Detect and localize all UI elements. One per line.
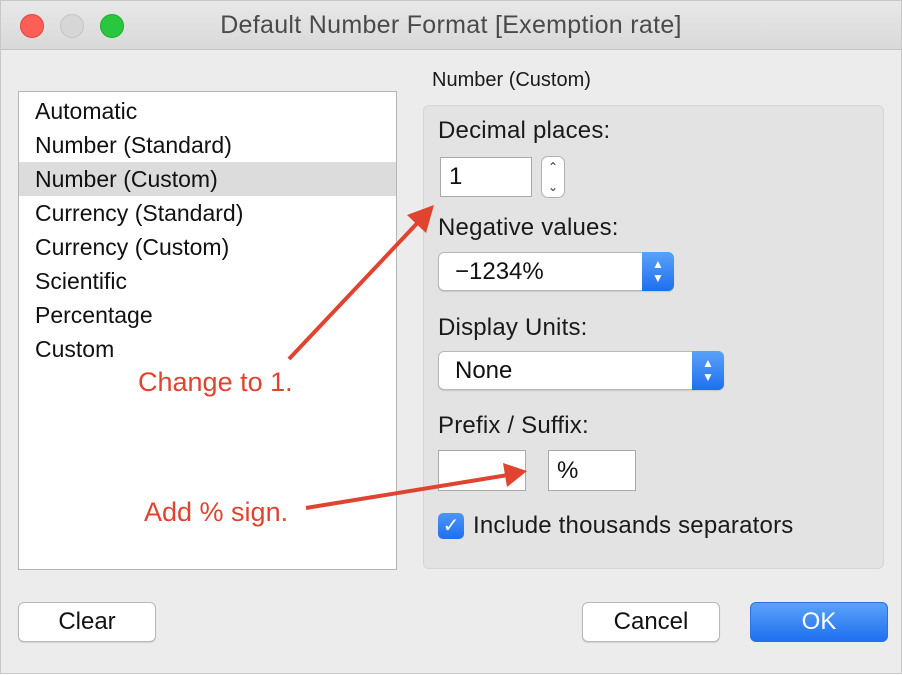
format-item-percentage[interactable]: Percentage [19, 298, 396, 332]
format-item-custom[interactable]: Custom [19, 332, 396, 366]
section-title: Number (Custom) [432, 69, 591, 91]
title-bar: Default Number Format [Exemption rate] [1, 1, 901, 50]
negative-values-value: −1234% [455, 258, 544, 285]
stepper-up-icon[interactable]: ⌃ [542, 157, 564, 177]
chevron-up-down-icon: ▲ ▼ [642, 252, 674, 291]
display-units-label: Display Units: [438, 314, 588, 341]
display-units-popup[interactable]: None ▲ ▼ [438, 351, 724, 390]
format-item-number-standard[interactable]: Number (Standard) [19, 128, 396, 162]
negative-values-popup[interactable]: −1234% ▲ ▼ [438, 252, 674, 291]
format-item-currency-standard[interactable]: Currency (Standard) [19, 196, 396, 230]
number-format-dialog: Default Number Format [Exemption rate] A… [0, 0, 902, 674]
format-item-scientific[interactable]: Scientific [19, 264, 396, 298]
ok-button[interactable]: OK [750, 602, 888, 642]
chevron-up-down-icon: ▲ ▼ [692, 351, 724, 390]
format-item-number-custom[interactable]: Number (Custom) [19, 162, 396, 196]
decimal-places-stepper[interactable]: ⌃ ⌄ [541, 156, 565, 198]
checkmark-icon: ✓ [442, 515, 460, 537]
suffix-input[interactable]: % [548, 450, 636, 491]
annotation-suffix-note: Add % sign. [144, 497, 289, 527]
negative-values-label: Negative values: [438, 214, 619, 241]
thousands-separator-checkbox[interactable]: ✓ [438, 513, 464, 539]
prefix-suffix-label: Prefix / Suffix: [438, 412, 589, 439]
window-title: Default Number Format [Exemption rate] [220, 11, 682, 39]
stepper-down-icon[interactable]: ⌄ [542, 177, 564, 197]
cancel-button[interactable]: Cancel [582, 602, 720, 642]
format-item-automatic[interactable]: Automatic [19, 94, 396, 128]
clear-button[interactable]: Clear [18, 602, 156, 642]
decimal-places-label: Decimal places: [438, 117, 611, 144]
annotation-decimal-note: Change to 1. [138, 367, 293, 397]
decimal-places-input[interactable]: 1 [440, 157, 532, 197]
prefix-input[interactable] [438, 450, 526, 491]
thousands-separator-label[interactable]: Include thousands separators [473, 512, 793, 540]
format-item-currency-custom[interactable]: Currency (Custom) [19, 230, 396, 264]
display-units-value: None [455, 357, 513, 384]
